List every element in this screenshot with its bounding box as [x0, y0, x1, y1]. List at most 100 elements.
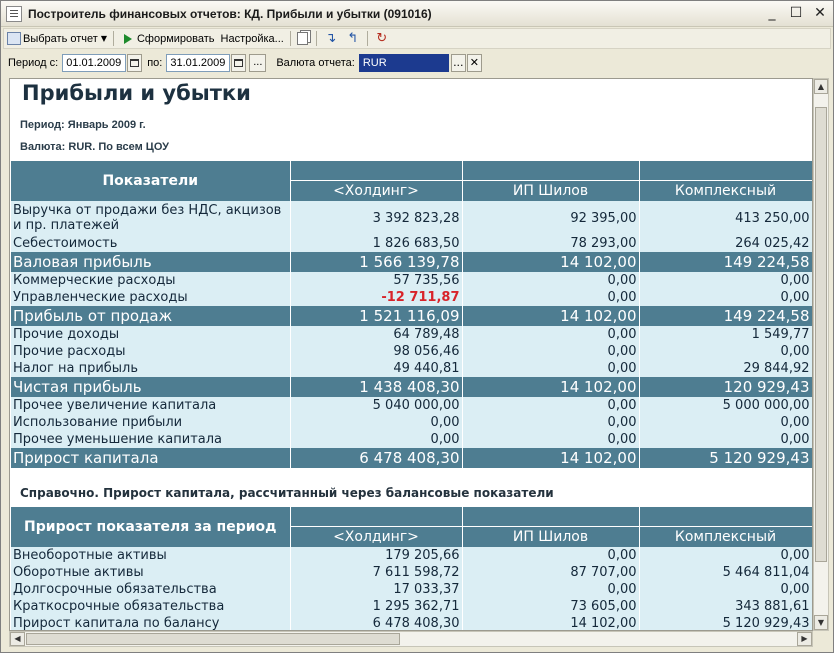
report-currency: Валюта: RUR. По всем ЦОУ — [20, 141, 169, 153]
value-ip-shilov: 87 707,00 — [462, 564, 640, 581]
total-row: Чистая прибыль 1 438 408,30 14 102,00 120 9… — [11, 377, 812, 397]
horizontal-scrollbar[interactable]: ◀ ▶ — [9, 631, 813, 647]
currency-select-button[interactable]: ... — [450, 54, 466, 72]
column-header-blank — [290, 161, 463, 180]
value-complex: 0,00 — [639, 343, 812, 360]
column-header: Прирост показателя за период — [11, 507, 291, 547]
calendar-from-button[interactable] — [127, 54, 143, 72]
scroll-down-arrow[interactable]: ▼ — [814, 615, 828, 630]
currency-clear-button[interactable]: ✕ — [466, 54, 482, 72]
table-header-row: Прирост показателя за период — [11, 507, 812, 547]
close-button[interactable]: ✕ — [811, 5, 829, 22]
row-label: Прочее уменьшение капитала — [11, 431, 291, 448]
horizontal-scroll-thumb[interactable] — [26, 633, 400, 645]
scroll-left-arrow[interactable]: ◀ — [10, 632, 25, 646]
value-holding: 1 295 362,71 — [290, 598, 463, 615]
value-ip-shilov: 0,00 — [462, 360, 640, 377]
window-controls: _ ☐ ✕ — [763, 5, 829, 22]
value-ip-shilov: 73 605,00 — [462, 598, 640, 615]
value-holding: 98 056,46 — [290, 343, 463, 360]
value-ip-shilov: 0,00 — [462, 343, 640, 360]
value-ip-shilov: 0,00 — [462, 397, 640, 414]
table-row: Оборотные активы 7 611 598,72 87 707,00 5 4… — [11, 564, 812, 581]
value-holding: 1 521 116,09 — [290, 306, 463, 326]
value-holding: 6 478 408,30 — [290, 615, 463, 630]
select-report-button[interactable]: Выбрать отчет ▼ — [4, 29, 110, 48]
value-holding: 3 392 823,28 — [290, 201, 463, 235]
column-header-blank — [462, 507, 640, 526]
report-period: Период: Январь 2009 г. — [20, 119, 146, 131]
row-label: Долгосрочные обязательства — [11, 581, 291, 598]
period-to-input[interactable] — [166, 54, 231, 72]
total-row: Прибыль от продаж 1 521 116,09 14 102,00 14… — [11, 306, 812, 326]
value-ip-shilov: 0,00 — [462, 326, 640, 343]
minimize-button[interactable]: _ — [763, 5, 781, 22]
column-header: Комплексный — [639, 525, 812, 547]
row-label: Прибыль от продаж — [11, 306, 291, 326]
value-complex: 343 881,61 — [639, 598, 812, 615]
value-ip-shilov: 14 102,00 — [462, 306, 640, 326]
calendar-to-button[interactable] — [231, 54, 247, 72]
period-select-button[interactable]: ... — [249, 54, 267, 72]
value-holding: 7 611 598,72 — [290, 564, 463, 581]
row-label: Управленческие расходы — [11, 289, 291, 306]
vertical-scroll-thumb[interactable] — [815, 107, 827, 562]
column-header: ИП Шилов — [462, 525, 640, 547]
refresh-button[interactable]: ↻ — [371, 29, 393, 48]
drill-down-button[interactable]: ↴ — [320, 29, 342, 48]
value-complex: 29 844,92 — [639, 360, 812, 377]
period-from-input[interactable] — [62, 54, 127, 72]
vertical-scrollbar[interactable]: ▲ ▼ — [813, 78, 829, 631]
row-label: Прочие расходы — [11, 343, 291, 360]
currency-input[interactable]: RUR — [358, 54, 449, 72]
value-ip-shilov: 0,00 — [462, 431, 640, 448]
toolbar-separator — [366, 31, 368, 46]
drill-up-button[interactable]: ↰ — [342, 29, 364, 48]
value-ip-shilov: 0,00 — [462, 581, 640, 598]
scroll-up-arrow[interactable]: ▲ — [814, 79, 828, 94]
value-holding: 0,00 — [290, 431, 463, 448]
report-icon — [7, 32, 21, 45]
value-complex: 5 000 000,00 — [639, 397, 812, 414]
copy-button[interactable] — [294, 29, 313, 48]
value-ip-shilov: 14 102,00 — [462, 448, 640, 468]
calendar-icon — [234, 59, 244, 67]
play-icon — [123, 33, 132, 44]
table-row: Себестоимость 1 826 683,50 78 293,00 264 02… — [11, 235, 812, 252]
table-row: Прирост капитала по балансу 6 478 408,30 1… — [11, 615, 812, 630]
value-ip-shilov: 92 395,00 — [462, 201, 640, 235]
table-row: Прочие доходы 64 789,48 0,00 1 549,77 — [11, 326, 812, 343]
scroll-right-arrow[interactable]: ▶ — [797, 632, 812, 646]
row-label: Выручка от продажи без НДС, акцизов и пр… — [11, 201, 291, 235]
calendar-icon — [130, 59, 140, 67]
table-row: Коммерческие расходы 57 735,56 0,00 0,00 — [11, 272, 812, 289]
row-label: Прирост капитала — [11, 448, 291, 468]
column-header-blank — [639, 161, 812, 180]
report-window: Построитель финансовых отчетов: КД. Приб… — [0, 0, 834, 653]
maximize-button[interactable]: ☐ — [787, 5, 805, 22]
value-complex: 120 929,43 — [639, 377, 812, 397]
value-complex: 0,00 — [639, 581, 812, 598]
value-holding: 1 826 683,50 — [290, 235, 463, 252]
table-row: Прочие расходы 98 056,46 0,00 0,00 — [11, 343, 812, 360]
row-label: Себестоимость — [11, 235, 291, 252]
toolbar: Выбрать отчет ▼ Сформировать Настройка..… — [3, 28, 831, 49]
value-ip-shilov: 14 102,00 — [462, 615, 640, 630]
value-complex: 149 224,58 — [639, 252, 812, 272]
value-ip-shilov: 14 102,00 — [462, 252, 640, 272]
column-header: Показатели — [11, 161, 291, 201]
period-to-label: по: — [147, 57, 163, 69]
row-label: Оборотные активы — [11, 564, 291, 581]
generate-button[interactable]: Сформировать — [117, 29, 218, 48]
row-label: Чистая прибыль — [11, 377, 291, 397]
total-row: Валовая прибыль 1 566 139,78 14 102,00 149 … — [11, 252, 812, 272]
value-complex: 0,00 — [639, 431, 812, 448]
period-from-label: Период с: — [8, 57, 59, 69]
copy-icon — [296, 32, 308, 45]
column-header-blank — [462, 161, 640, 180]
value-ip-shilov: 0,00 — [462, 547, 640, 564]
total-row: Прирост капитала 6 478 408,30 14 102,00 5 1… — [11, 448, 812, 468]
settings-button[interactable]: Настройка... — [218, 29, 287, 48]
row-label: Краткосрочные обязательства — [11, 598, 291, 615]
window-title: Построитель финансовых отчетов: КД. Приб… — [28, 6, 432, 21]
